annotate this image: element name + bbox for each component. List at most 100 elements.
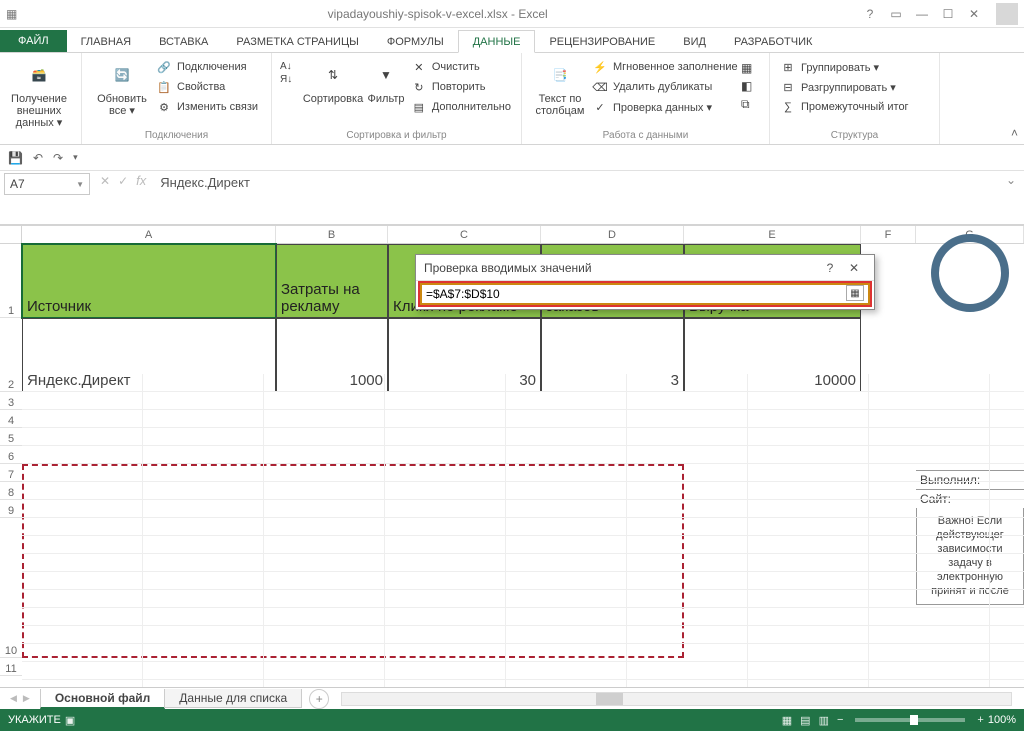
close-icon[interactable]: ✕ xyxy=(962,4,986,24)
view-pagebreak-icon[interactable]: ▥ xyxy=(819,714,829,727)
cancel-formula-icon[interactable]: ✕ xyxy=(100,174,110,188)
select-all-corner[interactable] xyxy=(0,226,22,243)
group-button[interactable]: ⊞Группировать ▾ xyxy=(778,57,931,77)
name-box[interactable]: A7 ▼ xyxy=(4,173,90,195)
row-header-8[interactable]: 8 xyxy=(0,482,22,500)
connections-button[interactable]: 🔗Подключения xyxy=(154,57,263,77)
cell-A2[interactable]: Яндекс.Директ xyxy=(22,318,276,392)
dialog-title: Проверка вводимых значений xyxy=(424,261,592,275)
expand-formula-bar-icon[interactable]: ⌄ xyxy=(1006,171,1024,187)
tab-data[interactable]: ДАННЫЕ xyxy=(458,30,536,53)
whatif-icon[interactable]: ◧ xyxy=(741,79,761,93)
subtotal-button[interactable]: ∑Промежуточный итог xyxy=(778,97,931,117)
formula-bar[interactable]: Яндекс.Директ xyxy=(152,171,1006,190)
save-icon[interactable]: 💾 xyxy=(8,151,23,165)
tab-insert[interactable]: ВСТАВКА xyxy=(145,31,222,52)
reapply-button[interactable]: ↻Повторить xyxy=(409,77,513,97)
row-header-6[interactable]: 6 xyxy=(0,446,22,464)
tab-view[interactable]: ВИД xyxy=(669,31,720,52)
get-external-data-button[interactable]: 🗃️ Получение внешних данных ▾ xyxy=(8,57,70,129)
undo-icon[interactable]: ↶ xyxy=(33,151,43,165)
row-header-1[interactable]: 1 xyxy=(0,244,22,318)
col-header-C[interactable]: C xyxy=(388,226,541,243)
cell-B1[interactable]: Затраты на рекламу xyxy=(276,244,388,318)
dialog-help-icon[interactable]: ? xyxy=(818,261,842,275)
properties-button[interactable]: 📋Свойства xyxy=(154,77,263,97)
col-header-E[interactable]: E xyxy=(684,226,861,243)
cell-B2[interactable]: 1000 xyxy=(276,318,388,392)
refresh-all-button[interactable]: 🔄 Обновить все ▾ xyxy=(90,57,154,128)
minimize-icon[interactable]: — xyxy=(910,4,934,24)
sheet-tab-listdata[interactable]: Данные для списка xyxy=(164,689,302,708)
cell-E2[interactable]: 10000 xyxy=(684,318,861,392)
site-logo xyxy=(931,234,1009,312)
edit-links-button[interactable]: ⚙Изменить связи xyxy=(154,97,263,117)
row-header-9[interactable]: 9 xyxy=(0,500,22,518)
title-bar: ▦ vipadayoushiy-spisok-v-excel.xlsx - Ex… xyxy=(0,0,1024,28)
redo-icon[interactable]: ↷ xyxy=(53,151,63,165)
external-data-icon: 🗃️ xyxy=(23,59,55,91)
text-to-columns-button[interactable]: 📑 Текст по столбцам xyxy=(530,57,590,128)
user-avatar[interactable] xyxy=(996,3,1018,25)
data-validation-button[interactable]: ✓Проверка данных ▾ xyxy=(590,97,741,117)
help-icon[interactable]: ? xyxy=(858,4,882,24)
edit-links-icon: ⚙ xyxy=(156,99,172,115)
tab-pagelayout[interactable]: РАЗМЕТКА СТРАНИЦЫ xyxy=(222,31,372,52)
tab-review[interactable]: РЕЦЕНЗИРОВАНИЕ xyxy=(535,31,669,52)
consolidate-icon[interactable]: ▦ xyxy=(741,61,761,75)
col-header-F[interactable]: F xyxy=(861,226,916,243)
sort-desc-button[interactable]: Я↓ xyxy=(280,74,303,85)
row-header-11[interactable]: 11 xyxy=(0,658,22,676)
cell-C2[interactable]: 30 xyxy=(388,318,541,392)
name-box-dropdown-icon[interactable]: ▼ xyxy=(76,180,84,189)
maximize-icon[interactable]: ☐ xyxy=(936,4,960,24)
zoom-level[interactable]: 100% xyxy=(988,714,1016,726)
ribbon-opts-icon[interactable]: ▭ xyxy=(884,4,908,24)
col-header-A[interactable]: A xyxy=(22,226,276,243)
cell-D2[interactable]: 3 xyxy=(541,318,684,392)
relations-icon[interactable]: ⧉ xyxy=(741,97,761,112)
horizontal-scrollbar[interactable] xyxy=(341,692,1012,706)
row-header-10[interactable]: 10 xyxy=(0,518,22,658)
row-header-4[interactable]: 4 xyxy=(0,410,22,428)
row-header-3[interactable]: 3 xyxy=(0,392,22,410)
range-picker-icon[interactable]: ▦ xyxy=(846,285,864,301)
filter-button[interactable]: ▼ Фильтр xyxy=(363,57,409,128)
col-header-D[interactable]: D xyxy=(541,226,684,243)
cell-A1[interactable]: Источник xyxy=(22,244,276,318)
zoom-in-icon[interactable]: + xyxy=(977,714,983,726)
sheet-tab-main[interactable]: Основной файл xyxy=(40,689,165,709)
zoom-out-icon[interactable]: − xyxy=(837,714,843,726)
row-header-2[interactable]: 2 xyxy=(0,318,22,392)
sheet-nav-last-icon[interactable]: ▶ xyxy=(23,693,30,704)
tab-developer[interactable]: РАЗРАБОТЧИК xyxy=(720,31,826,52)
advanced-filter-button[interactable]: ▤Дополнительно xyxy=(409,97,513,117)
zoom-slider[interactable] xyxy=(855,718,965,722)
clear-filter-button[interactable]: ✕Очистить xyxy=(409,57,513,77)
insert-function-icon[interactable]: fx xyxy=(136,173,146,188)
qat-customize-icon[interactable]: ▾ xyxy=(73,152,78,163)
row-header-5[interactable]: 5 xyxy=(0,428,22,446)
row-headers: 1 2 3 4 5 6 7 8 9 10 11 xyxy=(0,244,22,676)
collapse-ribbon-button[interactable]: ˄ xyxy=(1011,126,1018,140)
macro-record-icon[interactable]: ▣ xyxy=(65,714,75,727)
sheet-nav-first-icon[interactable]: ◀ xyxy=(10,693,17,704)
tab-file[interactable]: ФАЙЛ xyxy=(0,30,67,52)
flash-fill-button[interactable]: ⚡Мгновенное заполнение xyxy=(590,57,741,77)
ungroup-button[interactable]: ⊟Разгруппировать ▾ xyxy=(778,77,931,97)
tab-home[interactable]: ГЛАВНАЯ xyxy=(67,31,145,52)
tab-formulas[interactable]: ФОРМУЛЫ xyxy=(373,31,458,52)
view-normal-icon[interactable]: ▦ xyxy=(782,714,792,727)
side-note: Важно! Если действующег зависимости зада… xyxy=(916,508,1024,605)
dialog-range-input[interactable] xyxy=(420,283,870,305)
col-header-B[interactable]: B xyxy=(276,226,388,243)
sort-asc-button[interactable]: А↓ xyxy=(280,61,303,72)
sort-button[interactable]: ⇅ Сортировка xyxy=(303,57,363,128)
side-label-site: Сайт: xyxy=(916,489,1024,508)
dialog-close-icon[interactable]: ✕ xyxy=(842,261,866,275)
enter-formula-icon[interactable]: ✓ xyxy=(118,174,128,188)
row-header-7[interactable]: 7 xyxy=(0,464,22,482)
remove-duplicates-button[interactable]: ⌫Удалить дубликаты xyxy=(590,77,741,97)
new-sheet-button[interactable]: + xyxy=(309,689,329,709)
view-pagelayout-icon[interactable]: ▤ xyxy=(800,714,810,727)
